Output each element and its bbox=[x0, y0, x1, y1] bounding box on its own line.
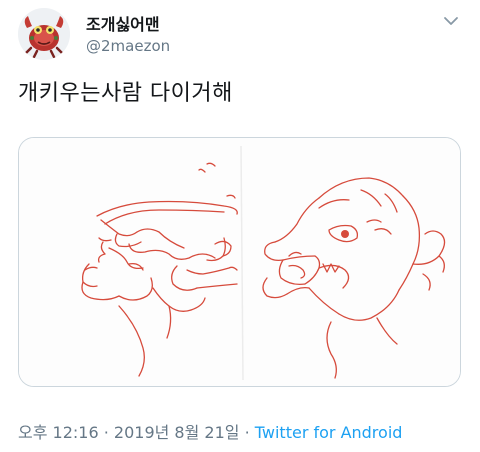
tweet-text: 개키우는사람 다이거해 bbox=[18, 81, 233, 106]
meta-separator: · bbox=[239, 423, 255, 442]
dog-sketch-image bbox=[19, 138, 460, 386]
tweet-source-link[interactable]: Twitter for Android bbox=[255, 423, 403, 442]
chevron-down-icon[interactable] bbox=[440, 10, 462, 32]
tweet-media-image[interactable] bbox=[18, 137, 461, 387]
tweet-date[interactable]: 2019년 8월 21일 bbox=[114, 423, 240, 442]
crab-mascot-avatar-icon bbox=[18, 8, 70, 60]
tweet-meta: 오후 12:16 · 2019년 8월 21일 · Twitter for An… bbox=[18, 419, 402, 443]
display-name[interactable]: 조개싫어맨 bbox=[86, 11, 160, 35]
tweet-header: 조개싫어맨 @2maezon bbox=[0, 0, 480, 70]
meta-separator: · bbox=[98, 423, 114, 442]
user-handle[interactable]: @2maezon bbox=[86, 37, 170, 55]
tweet-time[interactable]: 오후 12:16 bbox=[18, 423, 99, 442]
avatar[interactable] bbox=[18, 8, 70, 60]
